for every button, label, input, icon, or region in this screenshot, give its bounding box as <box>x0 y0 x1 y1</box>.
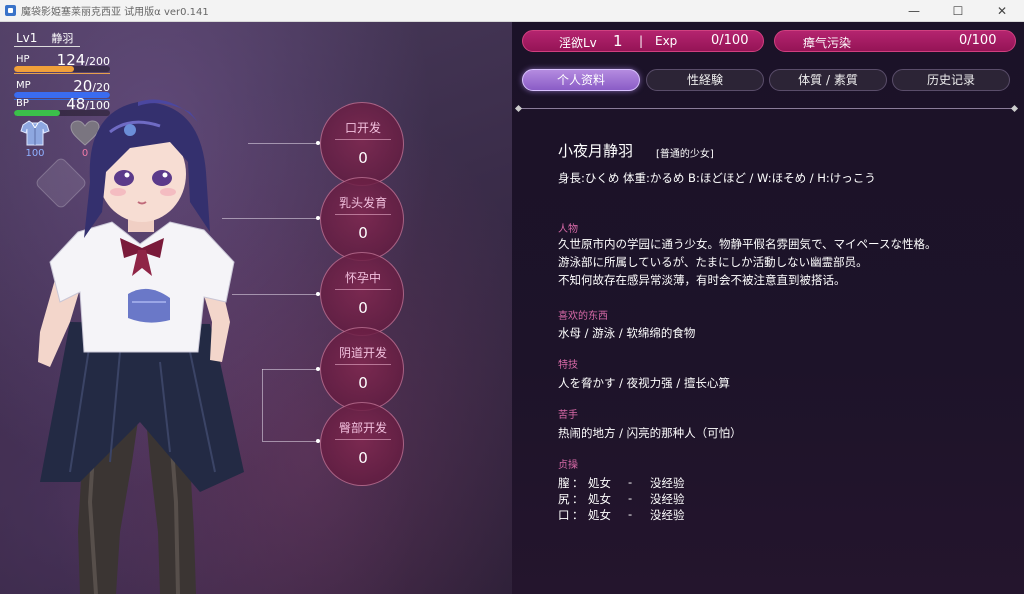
chastity-row: 口 ： 処女 - 没经验 <box>558 507 685 523</box>
chastity-exp: 没经验 <box>650 492 685 506</box>
chastity-exp: 没经验 <box>650 476 685 490</box>
pill-divider: | <box>639 34 644 48</box>
person-line: 久世原市内の学园に通う少女。物静平假名雰囲気で、マイペースな性格。 <box>558 237 937 251</box>
section-skill: 特技 <box>558 360 578 371</box>
level-row: Lv1 静羽 <box>16 30 73 46</box>
dev-title: 阴道开发 <box>338 346 387 360</box>
close-button[interactable]: ✕ <box>980 0 1024 22</box>
dev-circle-pregnancy[interactable]: 怀孕中 0 <box>320 252 404 336</box>
dev-title: 口开发 <box>344 121 381 135</box>
chastity-colon: ： <box>572 492 584 506</box>
chastity-part: 膣 <box>558 476 570 490</box>
connector-line <box>262 369 318 370</box>
section-weakness: 苦手 <box>558 410 578 421</box>
window-controls: — ☐ ✕ <box>892 0 1024 22</box>
dev-value: 0 <box>358 449 368 467</box>
dev-value: 0 <box>358 374 368 392</box>
tab-history[interactable]: 历史记录 <box>892 69 1010 91</box>
section-divider <box>518 108 1016 109</box>
dev-title: 臀部开发 <box>338 421 387 435</box>
connector-line <box>248 143 318 144</box>
level-label: Lv1 <box>16 31 38 45</box>
miasma-value: 0/100 <box>959 33 997 48</box>
divider-end <box>514 104 523 113</box>
chastity-state: 処女 <box>588 492 611 506</box>
exp-label: Exp <box>655 34 678 48</box>
likes-text: 水母 / 游泳 / 软绵绵的食物 <box>558 326 696 340</box>
dev-separator <box>335 139 391 140</box>
dev-separator <box>335 289 391 290</box>
app-icon <box>5 5 16 16</box>
tab-profile[interactable]: 个人资料 <box>522 69 640 91</box>
chastity-row: 尻 ： 処女 - 没经验 <box>558 491 685 507</box>
lust-label: 淫欲Lv <box>559 36 597 50</box>
character-name: 小夜月静羽 <box>558 142 634 160</box>
dev-circle-mouth[interactable]: 口开发 0 <box>320 102 404 186</box>
section-person: 人物 <box>558 224 578 235</box>
chastity-part: 尻 <box>558 492 570 506</box>
game-area: Lv1 静羽 HP 124/200 MP 20/20 BP 48/100 100… <box>0 22 1024 594</box>
connector-line <box>262 441 318 442</box>
dev-circle-anal[interactable]: 臀部开发 0 <box>320 402 404 486</box>
chastity-state: 処女 <box>588 476 611 490</box>
dev-separator <box>335 214 391 215</box>
chastity-dash: - <box>628 507 633 521</box>
lust-level: 1 <box>613 32 623 50</box>
maximize-button[interactable]: ☐ <box>936 0 980 22</box>
minimize-button[interactable]: — <box>892 0 936 22</box>
character-panel: Lv1 静羽 HP 124/200 MP 20/20 BP 48/100 100… <box>0 22 512 594</box>
dev-title: 乳头发育 <box>338 196 387 210</box>
chastity-colon: ： <box>572 476 584 490</box>
dev-separator <box>335 439 391 440</box>
chastity-exp: 没经验 <box>650 508 685 522</box>
tab-constitution[interactable]: 体質 / 素質 <box>769 69 887 91</box>
window-titlebar: 魔袋影姫塞莱丽克西亚 试用版α ver0.141 — ☐ ✕ <box>0 0 1024 22</box>
divider-end <box>1010 104 1019 113</box>
connector-line <box>222 218 318 219</box>
tab-sexual-experience[interactable]: 性経験 <box>646 69 764 91</box>
connector-line <box>262 369 263 441</box>
dev-value: 0 <box>358 299 368 317</box>
exp-value: 0/100 <box>711 33 749 48</box>
chastity-dash: - <box>628 475 633 489</box>
chastity-row: 膣 ： 処女 - 没经验 <box>558 475 685 491</box>
lust-level-bar: 淫欲Lv 1 | Exp 0/100 <box>522 30 764 52</box>
dev-value: 0 <box>358 149 368 167</box>
body-measurements: 身長:ひくめ 体重:かるめ B:ほどほど / W:ほそめ / H:けっこう <box>558 171 876 185</box>
dev-title: 怀孕中 <box>344 271 381 285</box>
character-illustration <box>38 99 244 594</box>
chastity-part: 口 <box>558 508 570 522</box>
character-tag: [普通的少女] <box>656 149 714 160</box>
weakness-text: 热闹的地方 / 闪亮的那种人（可怕） <box>558 426 742 440</box>
miasma-label: 瘴气污染 <box>803 36 852 50</box>
person-line: 游泳部に所属しているが、たまにしか活動しない幽霊部员。 <box>558 255 868 269</box>
window-title: 魔袋影姫塞莱丽克西亚 试用版α ver0.141 <box>21 7 209 18</box>
miasma-bar: 瘴气污染 0/100 <box>774 30 1016 52</box>
person-line: 不知何故存在感异常淡薄，有时会不被注意直到被搭话。 <box>558 273 846 287</box>
dev-separator <box>335 364 391 365</box>
profile-panel: 淫欲Lv 1 | Exp 0/100 瘴气污染 0/100 个人资料 性経験 体… <box>512 22 1024 594</box>
skill-text: 人を脅かす / 夜视力强 / 擅长心算 <box>558 376 730 390</box>
chastity-state: 処女 <box>588 508 611 522</box>
chastity-colon: ： <box>572 508 584 522</box>
section-likes: 喜欢的东西 <box>558 311 608 322</box>
dev-circle-nipple[interactable]: 乳头发育 0 <box>320 177 404 261</box>
chastity-dash: - <box>628 491 633 505</box>
section-chastity: 贞操 <box>558 460 578 471</box>
level-underline <box>14 46 80 47</box>
dev-circle-vaginal[interactable]: 阴道开发 0 <box>320 327 404 411</box>
connector-line <box>232 294 318 295</box>
character-short-name: 静羽 <box>51 32 74 45</box>
dev-value: 0 <box>358 224 368 242</box>
